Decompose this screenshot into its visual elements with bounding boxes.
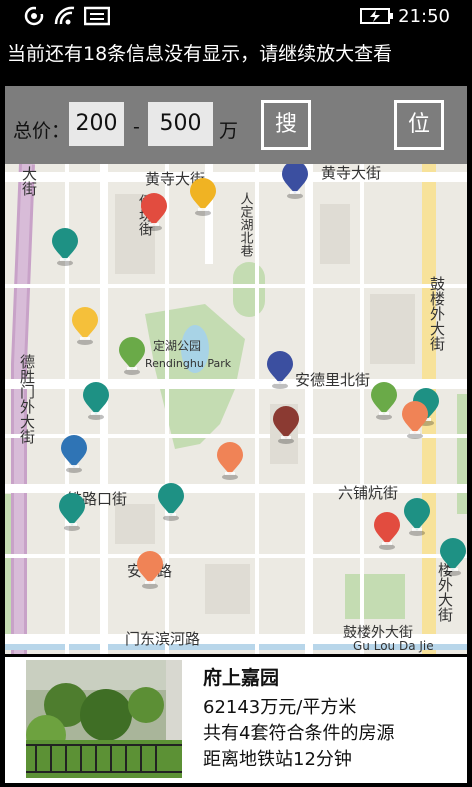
map-label-anding-hubei: 人定湖北巷 [238, 192, 254, 257]
map-pin[interactable] [58, 434, 90, 474]
map-pin[interactable] [399, 400, 431, 440]
info-notice: 当前还有18条信息没有显示，请继续放大查看 [7, 43, 393, 65]
map-label-park-cn: 定湖公园 [153, 338, 201, 353]
map-label-desheng: 德胜门外大街 [18, 353, 36, 444]
map-pin[interactable] [371, 511, 403, 551]
listing-photo [26, 660, 182, 778]
message-icon [83, 6, 111, 30]
map-label-park-en: Rendinghu Park [145, 357, 232, 370]
mobile-network-icon [24, 6, 44, 30]
map-pin[interactable] [155, 482, 187, 522]
map-label-huangsi-2: 黄寺大街 [321, 164, 381, 182]
listing-subway: 距离地铁站12分钟 [203, 749, 352, 770]
map-label-gulou-waidajie: 鼓楼外大街 [428, 276, 446, 351]
status-bar: 21:50 [0, 0, 472, 34]
map-pin[interactable] [214, 441, 246, 481]
locate-button[interactable]: 位 [394, 100, 444, 150]
map-pin[interactable] [56, 492, 88, 532]
wifi-icon [54, 6, 76, 30]
map-pin[interactable] [134, 550, 166, 590]
map-pin[interactable] [138, 192, 170, 232]
map-pin[interactable] [270, 405, 302, 445]
map-label-dajie-top: 大街 [20, 166, 38, 196]
price-label: 总价： [13, 120, 71, 142]
clock: 21:50 [398, 6, 450, 27]
battery-charging-icon [360, 6, 394, 30]
map-pin[interactable] [401, 497, 433, 537]
map-pin[interactable] [49, 227, 81, 267]
listing-card[interactable]: 府上嘉园 62143万元/平方米 共有4套符合条件的房源 距离地铁站12分钟 [5, 657, 467, 783]
listing-title: 府上嘉园 [203, 667, 280, 689]
map-pin[interactable] [80, 381, 112, 421]
min-price-input[interactable]: 200 [69, 102, 124, 146]
map-pin[interactable] [264, 350, 296, 390]
listing-price: 62143万元/平方米 [203, 697, 357, 718]
range-dash: - [133, 116, 140, 138]
listing-count: 共有4套符合条件的房源 [203, 723, 395, 744]
search-button[interactable]: 搜 [261, 100, 311, 150]
max-price-input[interactable]: 500 [148, 102, 213, 146]
map-pin[interactable] [116, 336, 148, 376]
map-pin[interactable] [368, 381, 400, 421]
map-panel: 总价： 200 - 500 万 搜 位 黄寺大街 黄寺大街 安德里北街 六铺炕街… [5, 86, 467, 654]
map-label-andelibei: 安德里北街 [295, 371, 370, 389]
map-view[interactable]: 黄寺大街 黄寺大街 安德里北街 六铺炕街 铁路口街 门东滨河路 安 路 鼓楼外大… [5, 164, 467, 654]
map-pin[interactable] [279, 164, 311, 200]
map-pin[interactable] [437, 537, 467, 577]
map-pin[interactable] [69, 306, 101, 346]
map-label-gulou-pinyin: Gu Lou Da Jie [353, 639, 434, 653]
map-label-dongbin: 门东滨河路 [125, 630, 200, 648]
map-label-liupukang: 六铺炕街 [338, 484, 398, 502]
map-pin[interactable] [187, 177, 219, 217]
price-unit: 万 [219, 120, 239, 142]
price-filter-bar: 总价： 200 - 500 万 搜 位 [5, 86, 467, 164]
